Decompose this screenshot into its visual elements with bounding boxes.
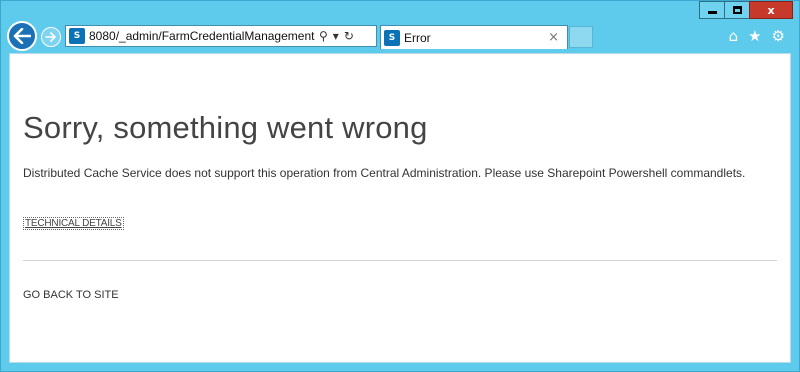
address-input[interactable]: 8080/_admin/FarmCredentialManagement.asp… bbox=[89, 29, 315, 43]
gear-icon[interactable]: ⚙ bbox=[772, 27, 785, 45]
error-message: Distributed Cache Service does not suppo… bbox=[23, 166, 746, 180]
browser-window: x S 8080/_admin/FarmCredentialManagement… bbox=[0, 0, 800, 372]
address-tools: ⚲ ▾ ↻ bbox=[319, 29, 354, 43]
tab-error[interactable]: S Error × bbox=[380, 25, 568, 49]
divider bbox=[23, 260, 777, 261]
tab-title: Error bbox=[404, 30, 431, 45]
home-icon[interactable]: ⌂ bbox=[729, 27, 739, 45]
page-content: Sorry, something went wrong Distributed … bbox=[9, 53, 791, 363]
maximize-icon bbox=[732, 6, 742, 14]
sharepoint-tab-icon: S bbox=[384, 29, 400, 46]
maximize-button[interactable] bbox=[724, 1, 750, 19]
page-title: Sorry, something went wrong bbox=[23, 110, 428, 145]
search-icon[interactable]: ⚲ bbox=[319, 29, 328, 43]
forward-arrow-icon bbox=[45, 32, 56, 42]
chevron-down-icon[interactable]: ▾ bbox=[333, 29, 339, 43]
address-bar[interactable]: S 8080/_admin/FarmCredentialManagement.a… bbox=[65, 25, 377, 47]
forward-button[interactable] bbox=[41, 27, 61, 47]
navigation-bar: S 8080/_admin/FarmCredentialManagement.a… bbox=[7, 21, 793, 51]
back-arrow-icon bbox=[13, 28, 31, 44]
refresh-icon[interactable]: ↻ bbox=[344, 29, 354, 43]
close-window-icon: x bbox=[767, 3, 775, 17]
minimize-icon bbox=[707, 11, 717, 14]
minimize-button[interactable] bbox=[699, 1, 725, 19]
technical-details-link[interactable]: TECHNICAL DETAILS bbox=[23, 217, 124, 230]
sharepoint-site-icon: S bbox=[69, 28, 85, 44]
star-icon[interactable]: ★ bbox=[748, 27, 761, 45]
close-icon[interactable]: × bbox=[548, 30, 559, 45]
window-caption-buttons: x bbox=[699, 1, 793, 19]
close-window-button[interactable]: x bbox=[749, 1, 793, 19]
new-tab-button[interactable] bbox=[569, 26, 593, 48]
go-back-to-site-link[interactable]: GO BACK TO SITE bbox=[23, 289, 119, 301]
back-button[interactable] bbox=[7, 21, 37, 51]
browser-toolbar-icons: ⌂ ★ ⚙ bbox=[729, 27, 785, 45]
